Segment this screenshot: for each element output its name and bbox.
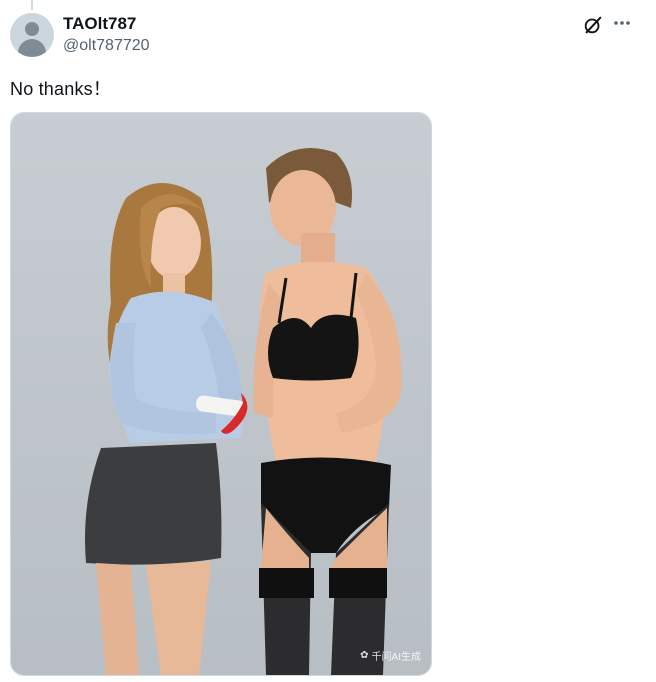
tweet-photo[interactable]: ✿ 千问AI生成: [10, 112, 432, 676]
avatar[interactable]: [10, 13, 54, 57]
tweet: TAOlt787 @olt787720 No thanks！ ✿ 千问AI生成: [0, 0, 656, 682]
photo-illustration: [11, 113, 431, 675]
flower-logo-icon: ✿: [360, 650, 369, 661]
avatar-body-shape: [18, 39, 46, 57]
avatar-head-shape: [25, 22, 39, 36]
display-name[interactable]: TAOlt787: [63, 14, 136, 34]
watermark-text: 千问AI生成: [371, 652, 421, 663]
more-icon[interactable]: [612, 13, 632, 33]
tweet-text: No thanks！: [10, 79, 112, 99]
user-handle[interactable]: @olt787720: [63, 37, 150, 55]
ai-watermark: ✿ 千问AI生成: [360, 648, 421, 663]
grok-icon[interactable]: [582, 14, 604, 36]
